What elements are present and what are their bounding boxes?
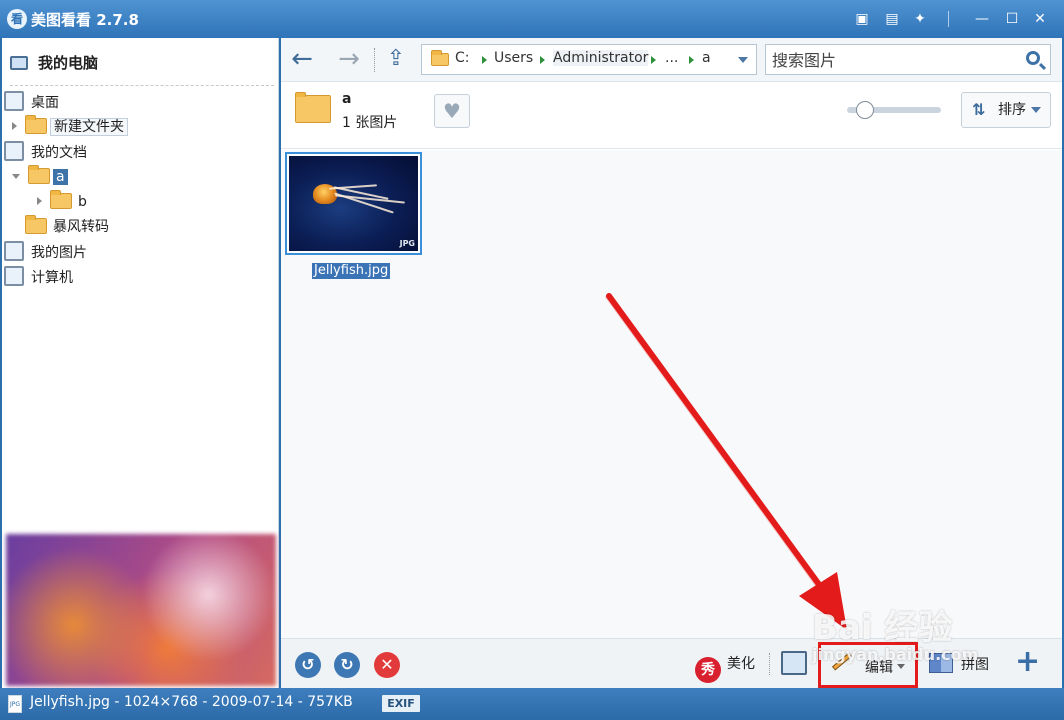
close-button[interactable]: ✕: [1028, 8, 1052, 30]
thumbnail-size-slider[interactable]: [847, 101, 941, 119]
tree-item-new-folder[interactable]: 新建文件夹: [12, 115, 128, 138]
breadcrumb-administrator[interactable]: Administrator: [553, 50, 649, 66]
current-folder-name: a: [342, 91, 352, 107]
sort-icon: ⇅: [972, 100, 986, 119]
thumbnail-filename[interactable]: Jellyfish.jpg: [312, 263, 391, 279]
red-annotation-arrow: [604, 293, 847, 630]
maximize-button[interactable]: ☐: [1000, 8, 1024, 30]
expand-arrow-icon[interactable]: [12, 122, 17, 130]
breadcrumb-separator-icon: [540, 56, 545, 64]
tree-item-desktop[interactable]: 桌面: [4, 91, 62, 113]
chevron-down-icon: [897, 664, 905, 669]
jellyfish-image: JPG: [289, 156, 418, 251]
breadcrumb-users[interactable]: Users: [494, 50, 533, 66]
tree-label: b: [78, 194, 87, 210]
tree-label: 暴风转码: [53, 219, 109, 235]
up-folder-icon[interactable]: ⇪: [382, 46, 410, 74]
minimize-button[interactable]: —: [970, 8, 994, 30]
jpg-badge: JPG: [399, 239, 415, 248]
tree-item-b[interactable]: b: [37, 190, 90, 213]
thumbnail-jellyfish[interactable]: JPG: [285, 152, 422, 255]
tree-label: 新建文件夹: [50, 118, 128, 136]
slideshow-icon[interactable]: [781, 651, 807, 675]
title-bar: 看 美图看看 2.7.8 ▣ ▤ ✦ — ☐ ✕: [0, 0, 1064, 38]
main-panel: ← → ⇪ C: Users Administrator ... a a 1 张…: [281, 38, 1062, 688]
folder-icon: [28, 165, 50, 184]
monitor-icon: [10, 56, 28, 70]
app-title: 美图看看 2.7.8: [31, 11, 139, 29]
tree-label: 计算机: [31, 270, 73, 286]
folder-icon: [431, 50, 449, 66]
search-icon[interactable]: [1026, 51, 1040, 65]
slider-knob[interactable]: [856, 101, 875, 119]
back-arrow-icon[interactable]: ←: [288, 46, 316, 74]
tree-label: 我的文档: [31, 145, 87, 161]
pictures-icon: [4, 241, 24, 261]
breadcrumb-separator-icon: [651, 56, 656, 64]
feedback-icon[interactable]: ▣: [850, 8, 874, 30]
computer-icon: [4, 266, 24, 286]
image-preview-pane: [6, 534, 276, 686]
titlebar-divider: [948, 11, 949, 27]
jpg-file-icon: JPG: [8, 695, 22, 713]
breadcrumb-ellipsis[interactable]: ...: [665, 50, 678, 66]
my-computer-label: 我的电脑: [38, 54, 99, 72]
exif-button[interactable]: EXIF: [382, 695, 420, 712]
delete-icon[interactable]: ✕: [374, 652, 400, 678]
address-dropdown-icon[interactable]: [738, 57, 748, 63]
address-bar[interactable]: C: Users Administrator ... a: [421, 44, 757, 75]
folder-icon: [25, 115, 47, 134]
status-bar: JPG Jellyfish.jpg - 1024×768 - 2009-07-1…: [0, 688, 1064, 720]
baidu-jingyan-watermark: Bai 经验 jingyan.baidu.com: [812, 600, 978, 664]
search-box[interactable]: [765, 44, 1051, 75]
tree-label: 我的图片: [31, 245, 87, 261]
chevron-down-icon: [1031, 107, 1041, 113]
beautify-label: 美化: [727, 656, 755, 672]
folder-icon: [25, 215, 47, 234]
folder-large-icon: [295, 92, 331, 123]
rotate-left-icon[interactable]: ↺: [295, 652, 321, 678]
folder-icon: [50, 190, 72, 209]
tree-item-my-pictures[interactable]: 我的图片: [4, 241, 90, 263]
rotate-right-icon[interactable]: ↻: [334, 652, 360, 678]
breadcrumb-separator-icon: [482, 56, 487, 64]
sort-button[interactable]: ⇅ 排序: [961, 92, 1051, 128]
expand-arrow-icon[interactable]: [37, 197, 42, 205]
sidebar-divider: [10, 85, 274, 86]
file-info-text: Jellyfish.jpg - 1024×768 - 2009-07-14 - …: [30, 694, 353, 710]
tree-item-computer[interactable]: 计算机: [4, 266, 76, 288]
collapse-arrow-icon[interactable]: [12, 174, 20, 179]
skin-shirt-icon[interactable]: ✦: [908, 8, 932, 30]
tree-item-baofeng[interactable]: 暴风转码: [25, 215, 112, 238]
my-computer-root[interactable]: 我的电脑: [10, 52, 98, 74]
beautify-button[interactable]: 秀美化: [695, 653, 755, 683]
toolbar-divider: [374, 48, 375, 72]
search-input[interactable]: [772, 49, 1012, 71]
tree-label: a: [53, 169, 68, 185]
bottom-divider: [769, 653, 770, 675]
folder-sidebar: 我的电脑 桌面 新建文件夹 我的文档 a b 暴风转码 我的图片 计算机: [2, 38, 279, 688]
desktop-icon: [4, 91, 24, 111]
add-button[interactable]: +: [1015, 647, 1040, 677]
watermark-line1: Bai 经验: [812, 608, 953, 648]
breadcrumb-drive[interactable]: C:: [455, 50, 470, 66]
sort-label: 排序: [998, 102, 1026, 118]
tree-label: 桌面: [31, 95, 59, 111]
image-count: 1 张图片: [342, 115, 398, 131]
favorite-heart-button[interactable]: ♥: [434, 94, 470, 128]
app-logo-icon: 看: [7, 9, 27, 29]
meitu-xiuxiu-icon: 秀: [695, 657, 721, 683]
watermark-line2: jingyan.baidu.com: [812, 645, 979, 664]
tree-item-my-documents[interactable]: 我的文档: [4, 141, 90, 163]
navigation-toolbar: ← → ⇪ C: Users Administrator ... a: [281, 38, 1062, 82]
thumbnail-grid: JPG Jellyfish.jpg: [281, 150, 1062, 638]
menu-icon[interactable]: ▤: [880, 8, 904, 30]
forward-arrow-icon[interactable]: →: [335, 46, 363, 74]
tree-item-a[interactable]: a: [12, 165, 68, 188]
breadcrumb-current[interactable]: a: [702, 50, 711, 66]
documents-icon: [4, 141, 24, 161]
folder-info-row: a 1 张图片 ♥ ⇅ 排序: [281, 83, 1062, 149]
breadcrumb-separator-icon: [689, 56, 694, 64]
